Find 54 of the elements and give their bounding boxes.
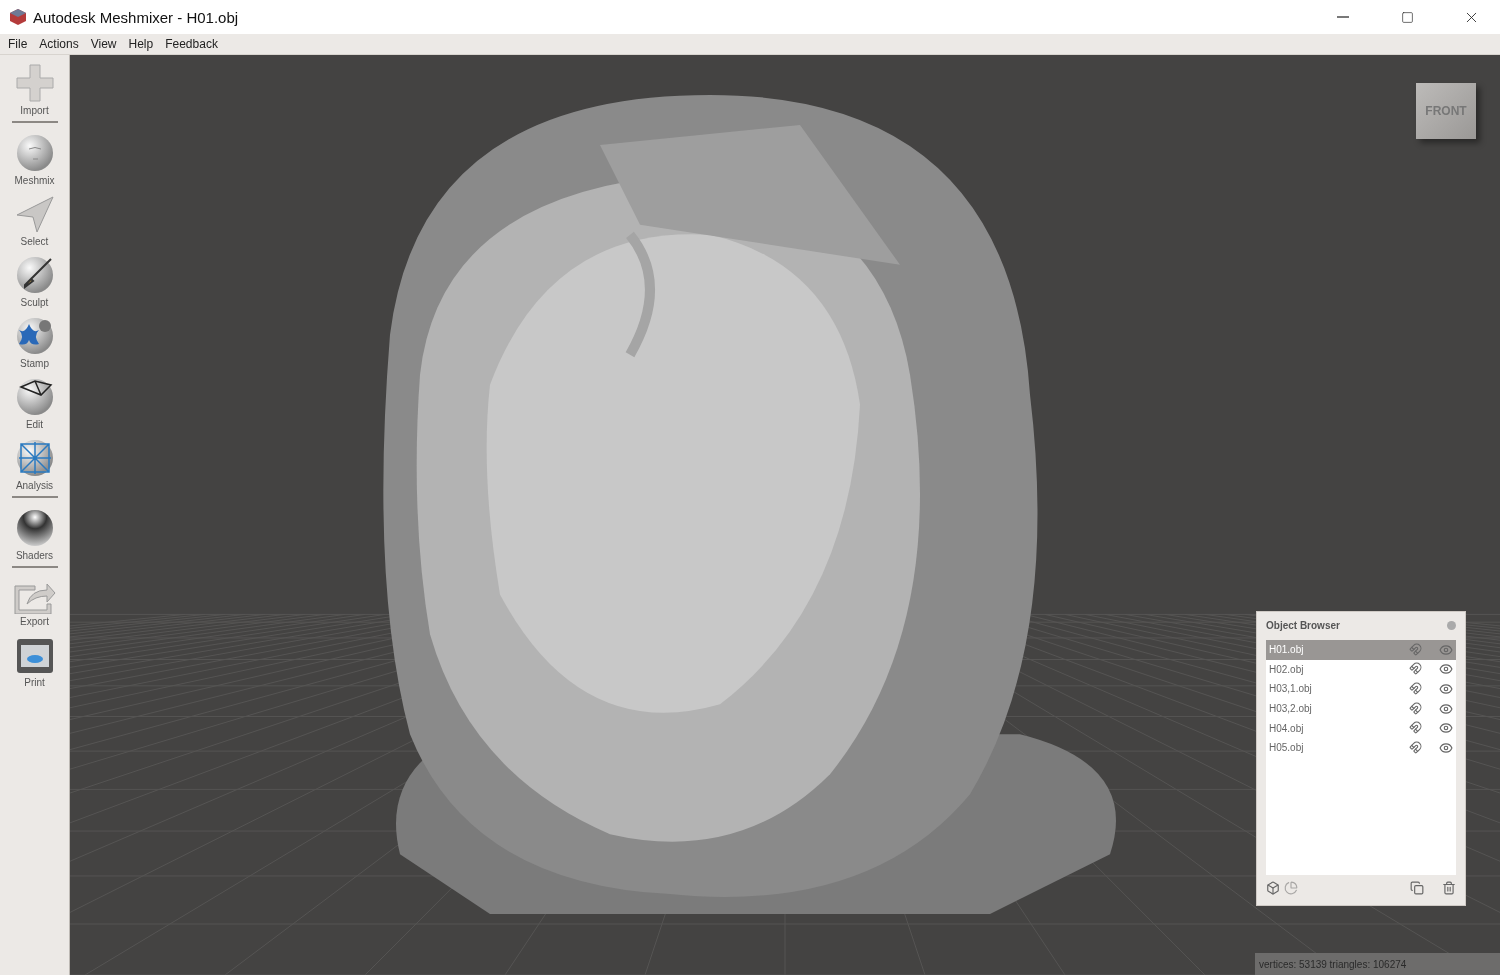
magnet-icon[interactable] <box>1409 682 1423 696</box>
mesh-stats: vertices: 53139 triangles: 106274 <box>1259 958 1407 970</box>
tool-button[interactable]: Shaders <box>2 508 67 561</box>
tool-button[interactable]: Print <box>2 635 67 688</box>
arrow-pointer-icon <box>14 194 55 234</box>
tool-button[interactable]: Analysis <box>2 438 67 491</box>
menu-item[interactable]: Actions <box>33 37 85 51</box>
plus-icon <box>14 63 55 103</box>
duplicate-icon[interactable] <box>1410 881 1424 895</box>
object-row[interactable]: H03,1.obj <box>1266 679 1456 699</box>
magnet-icon[interactable] <box>1409 701 1423 716</box>
object-name: H02.obj <box>1269 663 1305 675</box>
maximize-icon <box>1400 10 1414 24</box>
panel-title: Object Browser <box>1266 620 1340 631</box>
menu-item[interactable]: Help <box>122 37 160 51</box>
eye-icon[interactable] <box>1439 740 1453 755</box>
object-name: H03,2.obj <box>1269 703 1313 715</box>
eye-icon[interactable] <box>1439 662 1453 677</box>
object-name: H01.obj <box>1269 644 1305 656</box>
object-row[interactable]: H02.obj <box>1266 659 1456 680</box>
tool-button[interactable]: Select <box>2 194 67 247</box>
magnet-icon[interactable] <box>1409 740 1423 755</box>
stamp-icon <box>14 316 55 356</box>
tool-button[interactable]: Import <box>2 63 67 116</box>
sphere-icon <box>14 133 55 173</box>
magnet-icon[interactable] <box>1409 662 1423 677</box>
tool-button[interactable]: Export <box>2 578 67 627</box>
tool-button[interactable]: Sculpt <box>2 255 67 308</box>
sphere-icon <box>14 508 55 548</box>
object-row[interactable]: H03,2.obj <box>1266 698 1456 719</box>
tool-button[interactable]: Stamp <box>2 316 67 369</box>
trash-icon[interactable] <box>1442 881 1456 895</box>
cube-face-label: FRONT <box>1425 104 1467 118</box>
brush-icon <box>14 255 55 295</box>
eye-icon[interactable] <box>1439 701 1453 716</box>
tool-button[interactable]: Edit <box>2 377 67 430</box>
window-title: Autodesk Meshmixer - H01.obj <box>33 8 240 26</box>
menu-item[interactable]: Feedback <box>159 37 224 51</box>
cube-icon[interactable] <box>1266 881 1280 895</box>
eye-icon[interactable] <box>1439 682 1453 696</box>
eye-icon[interactable] <box>1439 721 1453 736</box>
object-name: H03,1.obj <box>1269 683 1313 695</box>
object-row[interactable]: H04.obj <box>1266 718 1456 738</box>
app-logo-icon <box>9 8 27 26</box>
magnet-icon[interactable] <box>1409 721 1423 736</box>
mesh-sphere-icon <box>14 438 55 478</box>
object-name: H04.obj <box>1269 722 1305 734</box>
tool-button[interactable]: Meshmix <box>2 133 67 186</box>
menu-item[interactable]: File <box>2 37 34 51</box>
mesh-sphere-icon <box>14 377 55 417</box>
object-row[interactable]: H05.obj <box>1266 737 1456 758</box>
menu-item[interactable]: View <box>84 37 123 51</box>
object-name: H05.obj <box>1269 742 1305 754</box>
minimize-icon <box>1337 16 1349 18</box>
